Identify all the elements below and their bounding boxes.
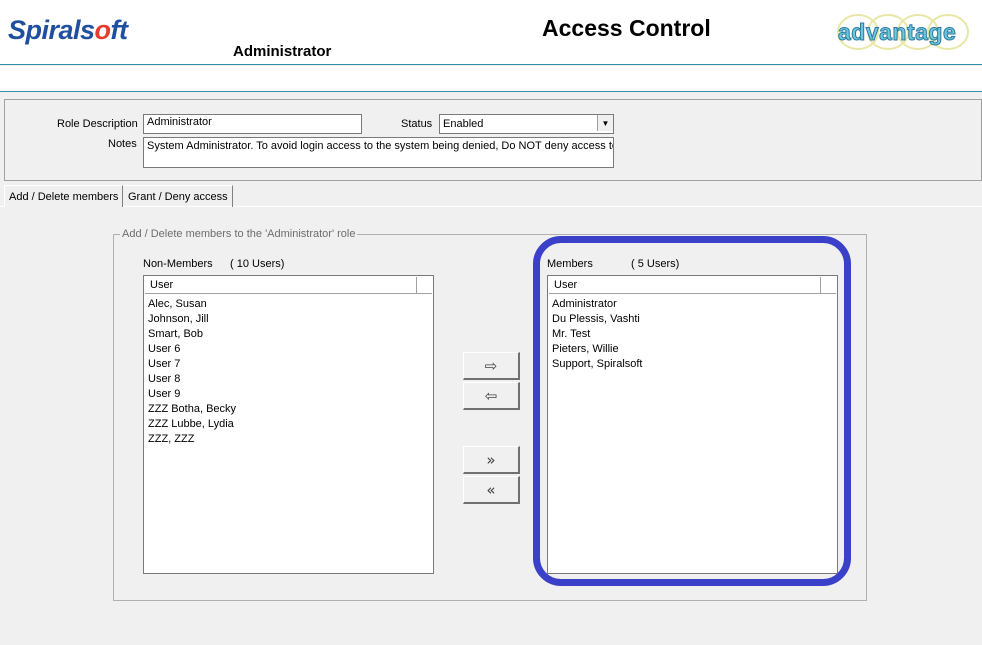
add-all-members-button[interactable]: » [463,446,520,474]
remove-member-button[interactable]: ⇦ [463,382,520,410]
list-item[interactable]: Administrator [552,297,643,312]
double-arrow-left-icon: « [486,480,496,499]
user-column-header[interactable]: User [549,277,821,293]
list-item[interactable]: Smart, Bob [148,327,236,342]
status-value: Enabled [443,118,484,130]
list-item[interactable]: User 8 [148,372,236,387]
role-description-label: Role Description [57,118,138,130]
members-label: Members [547,258,593,270]
non-members-list-header: User [145,277,432,294]
list-item[interactable]: Du Plessis, Vashti [552,312,643,327]
list-item[interactable]: Mr. Test [552,327,643,342]
tab-grant-deny-access[interactable]: Grant / Deny access [124,185,233,207]
spiralsoft-logo: Spiralsoft [8,15,128,45]
chevron-down-icon[interactable]: ▼ [597,115,613,131]
toolbar-strip [0,66,982,92]
list-item[interactable]: Alec, Susan [148,297,236,312]
arrow-right-icon: ⇨ [484,356,498,375]
remove-all-members-button[interactable]: « [463,476,520,504]
list-item[interactable]: User 6 [148,342,236,357]
non-members-label: Non-Members [143,258,213,270]
role-description-input[interactable]: Administrator [143,114,362,134]
members-count: ( 5 Users) [631,258,680,270]
notes-input[interactable]: System Administrator. To avoid login acc… [143,137,614,168]
header-bar: Spiralsoft Administrator Access Control … [0,0,982,65]
tab-bar: Add / Delete members Grant / Deny access [0,185,982,207]
list-item[interactable]: Pieters, Willie [552,342,643,357]
list-item[interactable]: ZZZ, ZZZ [148,432,236,447]
members-list[interactable]: User Administrator Du Plessis, Vashti Mr… [547,275,838,574]
non-members-rows: Alec, Susan Johnson, Jill Smart, Bob Use… [148,297,236,447]
tab-add-delete-members[interactable]: Add / Delete members [4,185,124,207]
role-name-heading: Administrator [233,43,332,60]
status-select[interactable]: Enabled ▼ [439,114,614,134]
list-item[interactable]: ZZZ Lubbe, Lydia [148,417,236,432]
list-item[interactable]: User 7 [148,357,236,372]
list-item[interactable]: Support, Spiralsoft [552,357,643,372]
arrow-left-icon: ⇦ [484,386,498,405]
notes-label: Notes [108,138,137,150]
double-arrow-right-icon: » [486,450,496,469]
non-members-list[interactable]: User Alec, Susan Johnson, Jill Smart, Bo… [143,275,434,574]
members-list-header: User [549,277,836,294]
members-rows: Administrator Du Plessis, Vashti Mr. Tes… [552,297,643,372]
page-title: Access Control [542,15,711,41]
list-item[interactable]: ZZZ Botha, Becky [148,402,236,417]
add-member-button[interactable]: ⇨ [463,352,520,380]
non-members-count: ( 10 Users) [230,258,285,270]
user-column-header[interactable]: User [145,277,417,293]
status-label: Status [401,118,433,130]
advantage-brand-text: advantage [837,19,957,46]
list-item[interactable]: Johnson, Jill [148,312,236,327]
list-item[interactable]: User 9 [148,387,236,402]
groupbox-title: Add / Delete members to the 'Administrat… [120,228,358,240]
